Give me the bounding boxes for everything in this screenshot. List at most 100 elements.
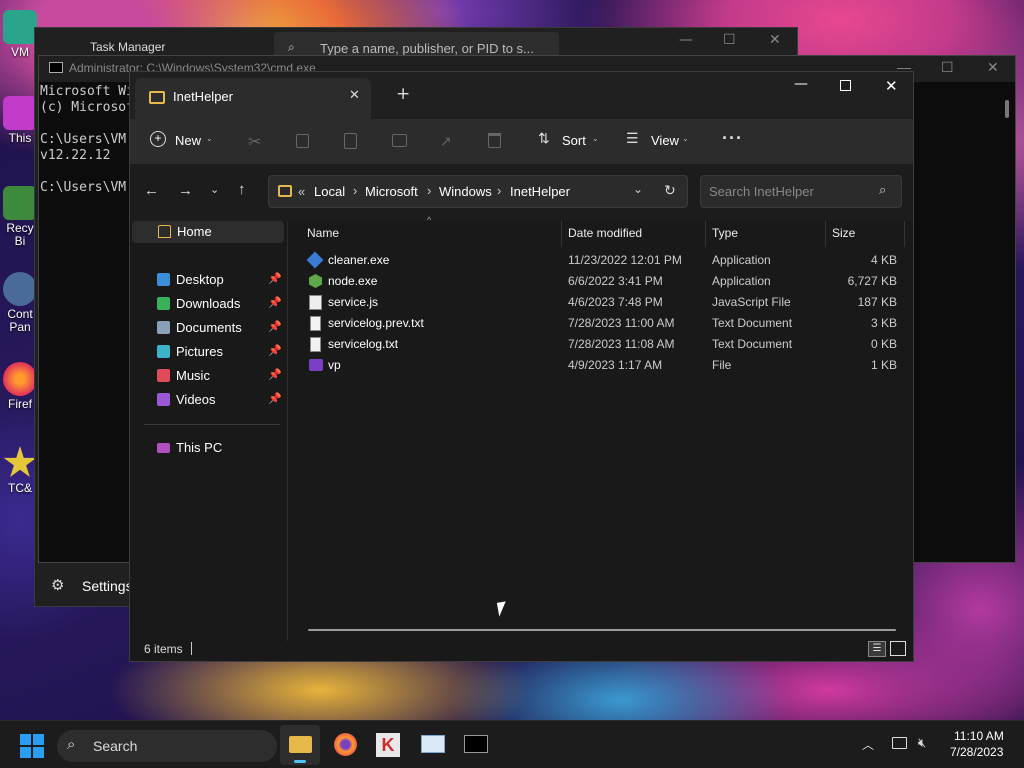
column-header-type[interactable]: Type xyxy=(712,226,738,240)
horizontal-scrollbar[interactable] xyxy=(308,629,896,631)
clock-date[interactable]: 7/28/2023 xyxy=(950,745,1003,759)
view-button[interactable]: ☰ View ⌄ xyxy=(626,130,692,154)
maximize-button[interactable] xyxy=(840,80,851,91)
downloads-icon xyxy=(157,297,170,310)
cmd-close-button[interactable]: ✕ xyxy=(987,59,999,76)
column-header-name[interactable]: Name xyxy=(307,226,339,240)
search-box[interactable]: Search InetHelper ⌕ xyxy=(700,175,902,208)
file-date: 6/6/2022 3:41 PM xyxy=(568,274,663,288)
more-options-icon[interactable]: ··· xyxy=(722,128,743,149)
task-manager-taskbar-icon[interactable] xyxy=(421,735,445,753)
share-icon[interactable]: ↗ xyxy=(440,133,452,150)
column-header-date[interactable]: Date modified xyxy=(568,226,642,240)
txt-icon xyxy=(310,316,321,331)
tiles-view-button[interactable] xyxy=(890,641,906,656)
chevron-right-icon: › xyxy=(353,183,358,198)
chevron-down-icon: ⌄ xyxy=(682,134,689,143)
start-button[interactable] xyxy=(20,734,44,758)
chevron-down-icon: ⌄ xyxy=(206,134,213,143)
nav-item-pictures[interactable]: Pictures 📌 xyxy=(152,341,282,363)
table-row[interactable]: service.js 4/6/2023 7:48 PM JavaScript F… xyxy=(306,292,906,313)
taskbar-search[interactable]: ⌕ Search xyxy=(57,730,277,762)
clock-time[interactable]: 11:10 AM xyxy=(954,729,1004,743)
item-count: 6 items xyxy=(144,642,183,656)
network-icon[interactable] xyxy=(892,737,907,749)
cmd-maximize-button[interactable]: ☐ xyxy=(941,59,954,76)
tm-close-button[interactable]: ✕ xyxy=(769,32,781,48)
new-button[interactable]: + New ⌄ xyxy=(150,130,216,154)
cut-icon[interactable]: ✂ xyxy=(248,132,261,152)
table-row[interactable]: node.exe 6/6/2022 3:41 PM Application 6,… xyxy=(306,271,906,292)
pin-icon[interactable]: 📌 xyxy=(268,344,282,357)
breadcrumb-microsoft[interactable]: Microsoft xyxy=(365,184,418,199)
videos-icon xyxy=(157,393,170,406)
firefox-icon xyxy=(3,362,37,396)
show-hidden-icons-chevron-icon[interactable]: ︿ xyxy=(862,736,874,753)
kaspersky-taskbar-icon[interactable]: K xyxy=(376,733,400,757)
nav-item-music[interactable]: Music 📌 xyxy=(152,365,282,387)
up-button[interactable]: ↑ xyxy=(238,181,246,198)
breadcrumb-inethelper[interactable]: InetHelper xyxy=(510,184,570,199)
tm-minimize-button[interactable]: — xyxy=(679,32,693,48)
pin-icon[interactable]: 📌 xyxy=(268,368,282,381)
nav-item-documents[interactable]: Documents 📌 xyxy=(152,317,282,339)
tab-inethelper[interactable]: InetHelper ✕ xyxy=(135,78,371,119)
file-size: 3 KB xyxy=(870,316,897,330)
pin-icon[interactable]: 📌 xyxy=(268,272,282,285)
nav-label: Downloads xyxy=(176,296,241,311)
address-bar[interactable]: « Local › Microsoft › Windows › InetHelp… xyxy=(268,175,688,208)
nav-item-desktop[interactable]: Desktop 📌 xyxy=(152,269,282,291)
new-label: New xyxy=(175,133,202,148)
nav-item-videos[interactable]: Videos 📌 xyxy=(152,389,282,411)
breadcrumb-windows[interactable]: Windows xyxy=(439,184,492,199)
new-tab-button[interactable]: + xyxy=(396,84,410,104)
table-row[interactable]: servicelog.prev.txt 7/28/2023 11:00 AM T… xyxy=(306,313,906,334)
status-separator xyxy=(191,642,192,655)
close-button[interactable]: ✕ xyxy=(885,77,898,95)
pin-icon[interactable]: 📌 xyxy=(268,320,282,333)
refresh-icon[interactable]: ↻ xyxy=(664,182,676,199)
address-dropdown-icon[interactable]: ⌄ xyxy=(633,182,643,196)
taskbar-search-label: Search xyxy=(93,738,138,754)
table-row[interactable]: vp 4/9/2023 1:17 AM File 1 KB xyxy=(306,355,906,376)
nav-item-downloads[interactable]: Downloads 📌 xyxy=(152,293,282,315)
copy-icon[interactable] xyxy=(296,134,309,148)
sort-indicator-icon: ^ xyxy=(427,215,432,225)
rename-icon[interactable] xyxy=(392,134,407,147)
forward-button[interactable]: → xyxy=(178,182,193,199)
recent-locations-button[interactable]: ⌄ xyxy=(210,183,219,196)
vm-icon xyxy=(3,10,37,44)
column-header-size[interactable]: Size xyxy=(832,226,855,240)
file-explorer-window[interactable]: InetHelper ✕ + — ✕ + New ⌄ ✂ ↗ ⇅ Sort ⌄ … xyxy=(129,71,914,662)
table-row[interactable]: cleaner.exe 11/23/2022 12:01 PM Applicat… xyxy=(306,250,906,271)
column-divider xyxy=(904,221,905,247)
search-icon: ⌕ xyxy=(288,40,295,54)
file-name: cleaner.exe xyxy=(328,253,390,267)
minimize-button[interactable]: — xyxy=(794,76,808,92)
taskbar-explorer-button[interactable] xyxy=(280,725,320,765)
volume-muted-icon[interactable]: 🔇︎ xyxy=(918,735,926,751)
home-icon xyxy=(158,225,171,238)
firefox-taskbar-icon[interactable] xyxy=(334,733,357,756)
nav-item-this-pc[interactable]: This PC xyxy=(152,437,282,459)
paste-icon[interactable] xyxy=(344,133,357,149)
cmd-scrollbar[interactable] xyxy=(1005,100,1009,118)
file-size: 0 KB xyxy=(870,337,897,351)
pin-icon[interactable]: 📌 xyxy=(268,296,282,309)
breadcrumb-local[interactable]: Local xyxy=(314,184,345,199)
close-tab-icon[interactable]: ✕ xyxy=(349,88,360,103)
pin-icon[interactable]: 📌 xyxy=(268,392,282,405)
delete-icon[interactable] xyxy=(488,133,501,148)
file-type: Text Document xyxy=(712,316,793,330)
chevron-down-icon: ⌄ xyxy=(592,134,599,143)
sort-button[interactable]: ⇅ Sort ⌄ xyxy=(538,130,602,154)
back-button[interactable]: ← xyxy=(144,182,159,199)
table-row[interactable]: servicelog.txt 7/28/2023 11:08 AM Text D… xyxy=(306,334,906,355)
file-size: 6,727 KB xyxy=(847,274,897,288)
nav-item-home[interactable]: Home xyxy=(132,221,284,243)
cmd-taskbar-icon[interactable] xyxy=(464,735,488,753)
details-view-button[interactable]: ☰ xyxy=(868,641,886,657)
column-divider xyxy=(825,221,826,247)
sort-icon: ⇅ xyxy=(538,130,550,146)
tm-maximize-button[interactable]: ☐ xyxy=(723,32,736,48)
